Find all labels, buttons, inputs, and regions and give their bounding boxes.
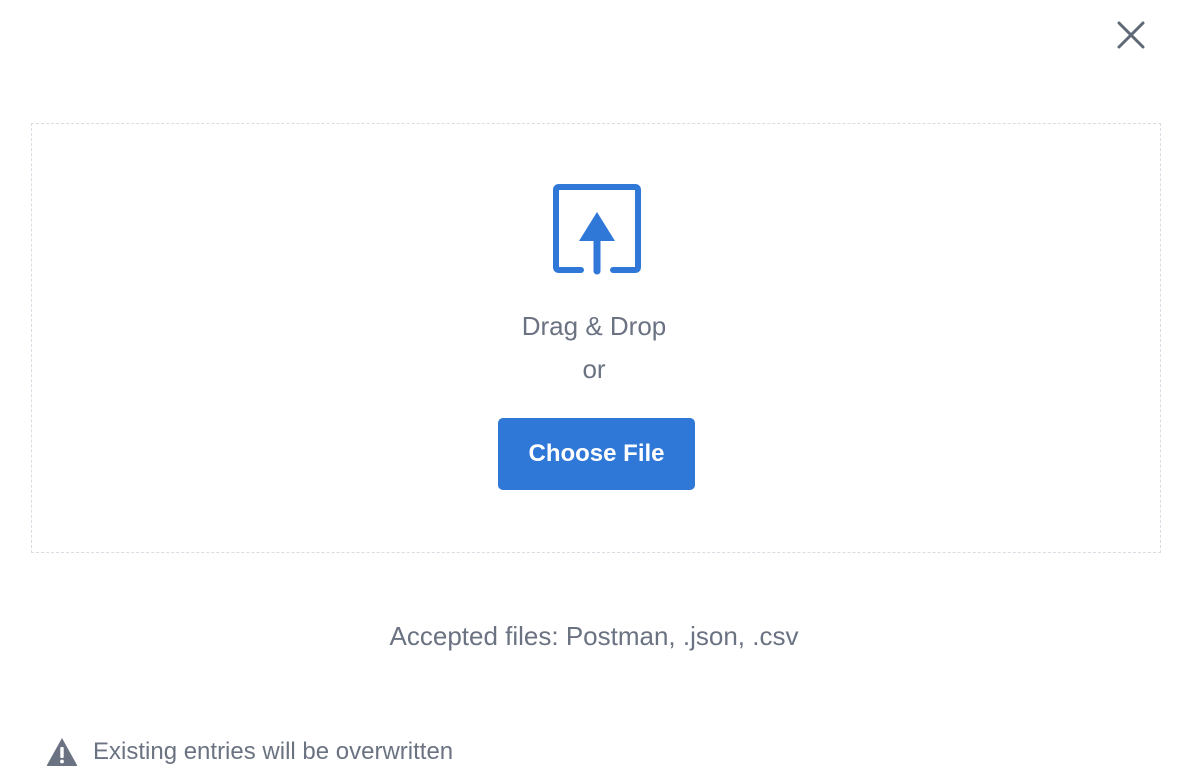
close-icon: [1117, 21, 1145, 49]
choose-file-button[interactable]: Choose File: [498, 418, 695, 490]
warning-text: Existing entries will be overwritten: [93, 738, 454, 765]
close-button[interactable]: [1112, 16, 1150, 54]
upload-icon: [553, 184, 641, 275]
or-label: or: [582, 354, 606, 384]
drag-drop-label: Drag & Drop: [521, 311, 667, 341]
import-dialog: Drag & Drop or Choose File Accepted file…: [0, 0, 1188, 776]
overwrite-warning: Existing entries will be overwritten: [46, 734, 453, 770]
accepted-files-label: Accepted files: Postman, .json, .csv: [389, 621, 799, 651]
warning-icon: [46, 738, 78, 766]
